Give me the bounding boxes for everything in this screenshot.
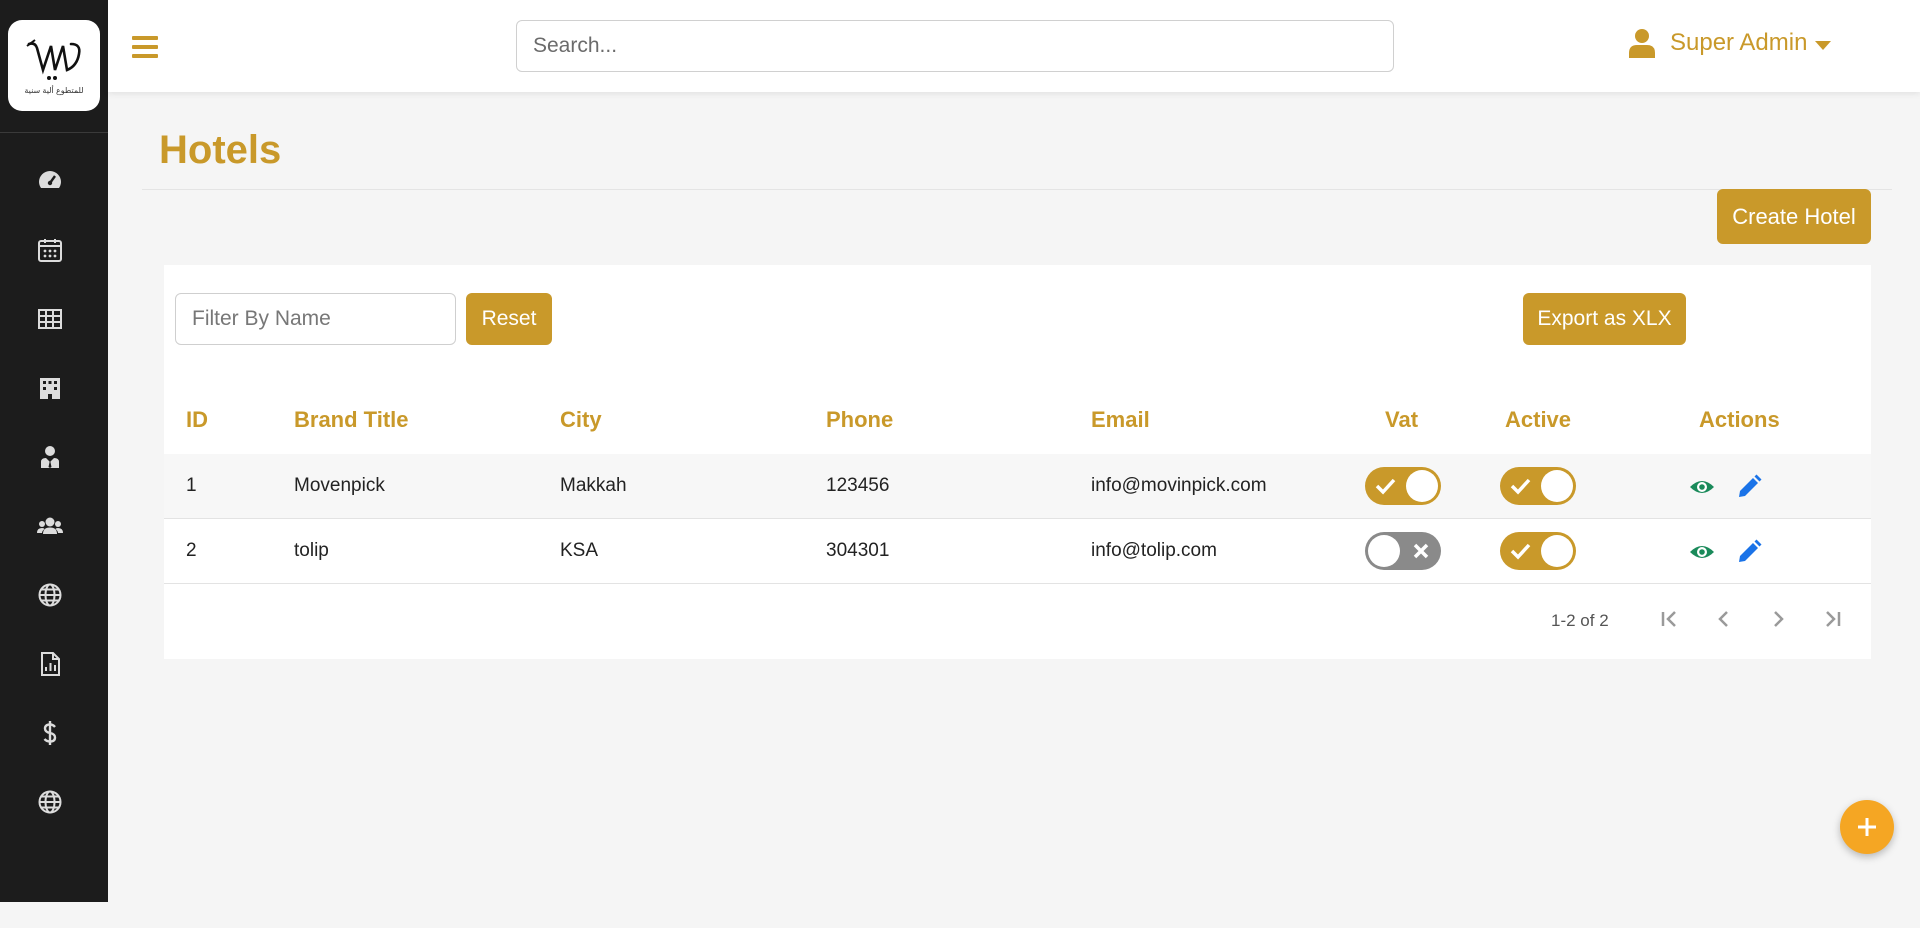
- previous-page-button[interactable]: [1708, 603, 1740, 635]
- first-page-button[interactable]: [1654, 603, 1686, 635]
- check-icon: [1510, 478, 1531, 495]
- table-row: 2 tolip KSA 304301 info@tolip.com: [164, 519, 1871, 584]
- title-divider: [142, 189, 1892, 190]
- reset-button[interactable]: Reset: [466, 293, 552, 345]
- cell-email: info@movinpick.com: [1091, 475, 1267, 496]
- brand-logo[interactable]: للمتطوع ألية سنية: [8, 20, 100, 111]
- cell-city: Makkah: [560, 475, 627, 496]
- sidebar-item-users[interactable]: [34, 510, 66, 542]
- filter-by-name-input[interactable]: [175, 293, 456, 345]
- search-input[interactable]: [516, 20, 1394, 72]
- cell-email: info@tolip.com: [1091, 540, 1217, 561]
- pagination-range: 1-2 of 2: [1551, 611, 1609, 630]
- cell-phone: 123456: [826, 475, 890, 496]
- column-header-actions: Actions: [1699, 407, 1780, 432]
- column-header-brand-title[interactable]: Brand Title: [294, 407, 409, 433]
- cell-id: 2: [186, 540, 197, 561]
- column-header-phone[interactable]: Phone: [826, 407, 893, 433]
- user-name: Super Admin: [1670, 29, 1808, 56]
- sidebar-divider: [0, 132, 108, 133]
- column-header-id[interactable]: ID: [186, 407, 208, 433]
- globe-icon: [38, 790, 62, 814]
- sidebar-item-globe[interactable]: [34, 579, 66, 611]
- sidebar: للمتطوع ألية سنية: [0, 0, 108, 902]
- sidebar-item-hotels[interactable]: [34, 372, 66, 404]
- column-header-email[interactable]: Email: [1091, 407, 1150, 433]
- user-tie-icon: [41, 446, 59, 468]
- top-header: Super Admin: [108, 0, 1920, 92]
- vat-toggle[interactable]: [1365, 467, 1441, 505]
- first-page-icon: [1661, 611, 1676, 627]
- building-icon: [40, 378, 60, 399]
- edit-pencil-icon[interactable]: [1735, 538, 1763, 566]
- cell-brand-title: Movenpick: [294, 475, 385, 496]
- report-icon: [41, 652, 60, 676]
- calendar-icon: [38, 239, 62, 262]
- create-hotel-button[interactable]: Create Hotel: [1717, 189, 1871, 244]
- sidebar-item-reports[interactable]: [34, 648, 66, 680]
- logo-text: للمتطوع ألية سنية: [24, 86, 84, 95]
- export-xlx-button[interactable]: Export as XLX: [1523, 293, 1686, 345]
- sidebar-item-finance[interactable]: [34, 717, 66, 749]
- column-header-vat[interactable]: Vat: [1385, 407, 1418, 433]
- view-eye-icon[interactable]: [1688, 538, 1716, 566]
- sidebar-item-dashboard[interactable]: [34, 165, 66, 197]
- active-toggle[interactable]: [1500, 532, 1576, 570]
- page-title: Hotels: [159, 128, 282, 172]
- column-header-active: Active: [1505, 407, 1572, 432]
- globe-icon: [38, 583, 62, 607]
- sidebar-item-calendar[interactable]: [34, 234, 66, 266]
- active-toggle[interactable]: [1500, 467, 1576, 505]
- last-page-icon: [1826, 611, 1841, 627]
- cell-brand-title: tolip: [294, 540, 329, 561]
- sidebar-item-staff[interactable]: [34, 441, 66, 473]
- column-header-city[interactable]: City: [560, 407, 602, 433]
- next-page-button[interactable]: [1762, 603, 1794, 635]
- table-row: 1 Movenpick Makkah 123456 info@movinpick…: [164, 454, 1871, 519]
- check-icon: [1375, 478, 1396, 495]
- hotels-card: Reset Export as XLX ID Brand Title City …: [164, 265, 1871, 659]
- chevron-down-icon: [1815, 40, 1832, 50]
- plus-icon: [1858, 818, 1876, 836]
- speedometer-icon: [39, 171, 61, 188]
- edit-pencil-icon[interactable]: [1735, 473, 1763, 501]
- x-icon: [1413, 543, 1429, 559]
- chevron-right-icon: [1774, 611, 1784, 627]
- chevron-left-icon: [1718, 611, 1728, 627]
- logo-mark-icon: [26, 39, 81, 80]
- add-fab-button[interactable]: [1840, 800, 1894, 854]
- sidebar-item-table[interactable]: [34, 303, 66, 335]
- menu-toggle-icon[interactable]: [132, 36, 158, 60]
- last-page-button[interactable]: [1816, 603, 1848, 635]
- user-menu[interactable]: Super Admin: [1628, 28, 1832, 58]
- cell-id: 1: [186, 475, 197, 496]
- user-icon: [1629, 29, 1655, 58]
- vat-toggle[interactable]: [1365, 532, 1441, 570]
- users-icon: [37, 517, 63, 534]
- cell-phone: 304301: [826, 540, 890, 561]
- cell-city: KSA: [560, 540, 599, 561]
- dollar-icon: [43, 721, 57, 745]
- table-icon: [38, 309, 62, 329]
- view-eye-icon[interactable]: [1688, 473, 1716, 501]
- sidebar-item-language[interactable]: [34, 786, 66, 818]
- check-icon: [1510, 543, 1531, 560]
